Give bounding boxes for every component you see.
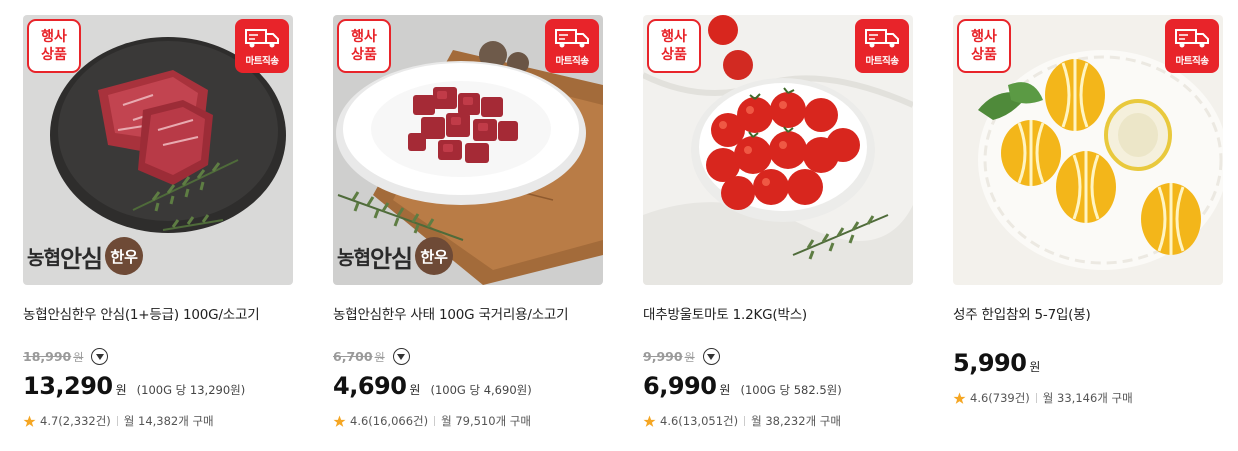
rating-row: 4.6(13,051건) 월 38,232개 구매 xyxy=(643,413,841,429)
price-detail-toggle[interactable] xyxy=(91,348,109,365)
sale-price-row: 6,990 원 (100G 당 582.5원) xyxy=(643,372,842,400)
event-badge: 행사 상품 xyxy=(957,19,1011,73)
chevron-down-icon xyxy=(707,353,716,360)
sale-price-row: 4,690 원 (100G 당 4,690원) xyxy=(333,372,532,400)
rating-row: 4.7(2,332건) 월 14,382개 구매 xyxy=(23,413,214,429)
product-image[interactable]: 행사 상품 마트직송 xyxy=(643,15,913,285)
mart-delivery-label: 마트직송 xyxy=(555,56,589,67)
price-detail-toggle[interactable] xyxy=(702,348,720,365)
product-card[interactable]: 행사 상품 마트직송 농협 안심 한우 농협안심한우 사태 100G 국거리용/… xyxy=(333,0,603,451)
unit-price: (100G 당 13,290원) xyxy=(136,383,246,397)
rating-text: 4.6(16,066건) xyxy=(350,414,429,428)
divider xyxy=(1035,393,1037,403)
unit-price: (100G 당 4,690원) xyxy=(430,383,532,397)
chevron-down-icon xyxy=(397,353,406,360)
currency-unit: 원 xyxy=(115,383,127,397)
star-icon xyxy=(953,392,966,404)
sale-price: 4,690 xyxy=(333,372,407,400)
sale-price: 5,990 xyxy=(953,349,1027,377)
rating-row: 4.6(739건) 월 33,146개 구매 xyxy=(953,390,1133,406)
sale-price: 6,990 xyxy=(643,372,717,400)
monthly-purchases: 월 38,232개 구매 xyxy=(751,414,841,428)
monthly-purchases: 월 14,382개 구매 xyxy=(123,414,214,428)
mart-delivery-badge: 마트직송 xyxy=(545,19,599,73)
rating-text: 4.7(2,332건) xyxy=(40,414,111,428)
rating-text: 4.6(739건) xyxy=(970,391,1030,405)
sale-price: 13,290 xyxy=(23,372,113,400)
currency-unit: 원 xyxy=(719,383,731,397)
original-price-row: 9,990 원 xyxy=(643,348,720,365)
currency-unit: 원 xyxy=(1029,360,1041,374)
original-price: 9,990 xyxy=(643,349,683,364)
mart-delivery-label: 마트직송 xyxy=(1175,56,1209,67)
product-grid: 행사 상품 마트직송 농협 안심 한우 농협안심한우 안심(1+등급) 100G… xyxy=(0,0,1238,451)
sale-price-row: 13,290 원 (100G 당 13,290원) xyxy=(23,372,245,400)
event-badge: 행사 상품 xyxy=(27,19,81,73)
original-price-unit: 원 xyxy=(684,350,695,364)
product-title[interactable]: 대추방울토마토 1.2KG(박스) xyxy=(643,303,913,323)
product-title[interactable]: 농협안심한우 안심(1+등급) 100G/소고기 xyxy=(23,303,293,323)
original-price-row: 18,990 원 xyxy=(23,348,109,365)
original-price: 18,990 xyxy=(23,349,72,364)
divider xyxy=(116,416,118,426)
truck-icon xyxy=(1175,29,1209,48)
original-price-row: 6,700 원 xyxy=(333,348,410,365)
mart-delivery-badge: 마트직송 xyxy=(1165,19,1219,73)
brand-logo: 농협 안심 한우 xyxy=(337,237,454,275)
product-title[interactable]: 성주 한입참외 5-7입(봉) xyxy=(953,303,1223,323)
divider xyxy=(434,416,436,426)
star-icon xyxy=(333,415,346,427)
mart-delivery-badge: 마트직송 xyxy=(235,19,289,73)
event-badge: 행사 상품 xyxy=(337,19,391,73)
product-image[interactable]: 행사 상품 마트직송 농협 안심 한우 xyxy=(23,15,293,285)
currency-unit: 원 xyxy=(409,383,421,397)
rating-text: 4.6(13,051건) xyxy=(660,414,739,428)
star-icon xyxy=(643,415,656,427)
mart-delivery-label: 마트직송 xyxy=(865,56,899,67)
divider xyxy=(744,416,746,426)
original-price-unit: 원 xyxy=(374,350,385,364)
product-title[interactable]: 농협안심한우 사태 100G 국거리용/소고기 xyxy=(333,303,603,323)
rating-row: 4.6(16,066건) 월 79,510개 구매 xyxy=(333,413,531,429)
monthly-purchases: 월 79,510개 구매 xyxy=(441,414,531,428)
product-image[interactable]: 행사 상품 마트직송 농협 안심 한우 xyxy=(333,15,603,285)
event-badge: 행사 상품 xyxy=(647,19,701,73)
original-price-unit: 원 xyxy=(73,350,84,364)
truck-icon xyxy=(555,29,589,48)
chevron-down-icon xyxy=(95,353,104,360)
unit-price: (100G 당 582.5원) xyxy=(740,383,842,397)
monthly-purchases: 월 33,146개 구매 xyxy=(1042,391,1133,405)
mart-delivery-badge: 마트직송 xyxy=(855,19,909,73)
product-card[interactable]: 행사 상품 마트직송 성주 한입참외 5-7입(봉) 5,990 원 4.6(7… xyxy=(953,0,1223,451)
price-detail-toggle[interactable] xyxy=(392,348,410,365)
mart-delivery-label: 마트직송 xyxy=(245,56,279,67)
sale-price-row: 5,990 원 xyxy=(953,349,1040,377)
product-card[interactable]: 행사 상품 마트직송 농협 안심 한우 농협안심한우 안심(1+등급) 100G… xyxy=(23,0,293,451)
brand-logo: 농협 안심 한우 xyxy=(27,237,144,275)
truck-icon xyxy=(245,29,279,48)
product-card[interactable]: 행사 상품 마트직송 대추방울토마토 1.2KG(박스) 9,990 원 6,9 xyxy=(643,0,913,451)
original-price: 6,700 xyxy=(333,349,373,364)
product-image[interactable]: 행사 상품 마트직송 xyxy=(953,15,1223,285)
star-icon xyxy=(23,415,36,427)
truck-icon xyxy=(865,29,899,48)
